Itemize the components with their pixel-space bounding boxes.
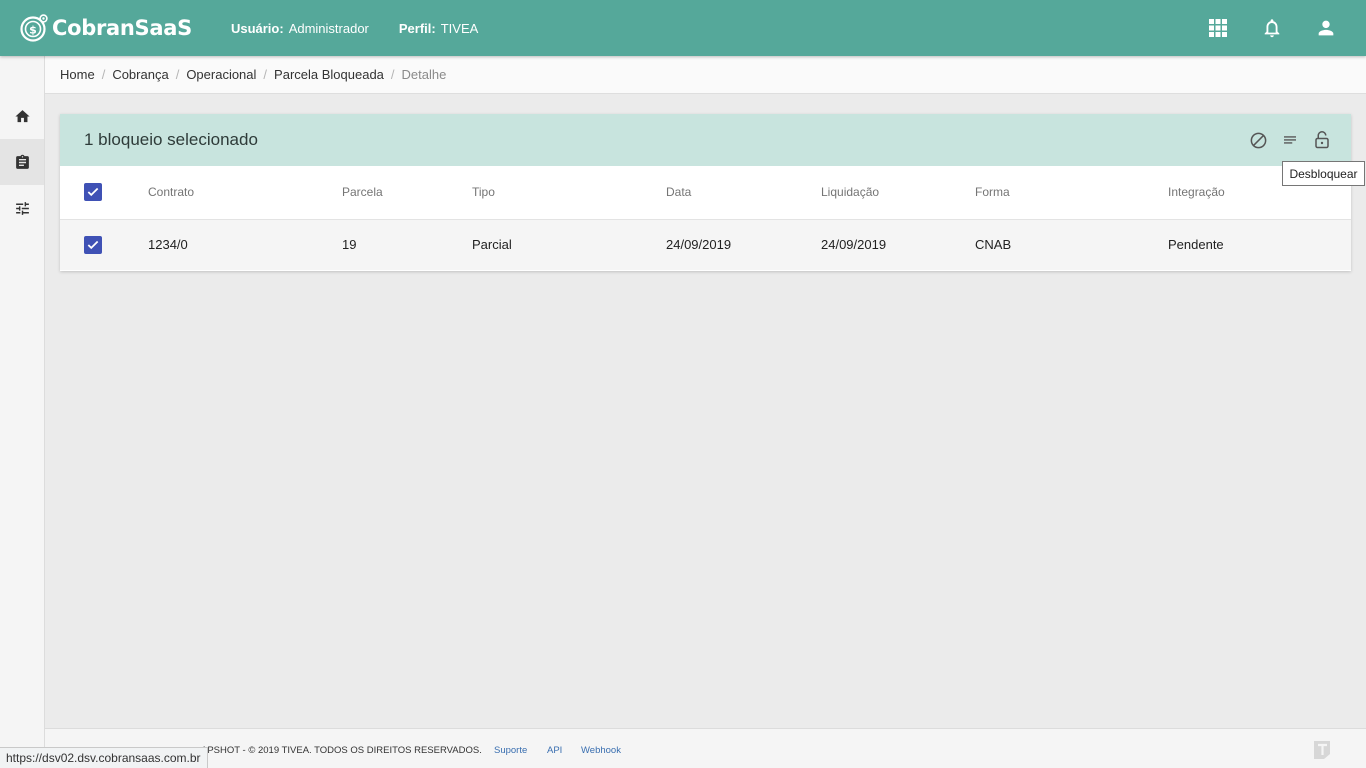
breadcrumb-separator: / [101, 67, 106, 82]
footer-link-webhook[interactable]: Webhook [581, 745, 621, 756]
sidebar [0, 56, 45, 768]
profile-label: Perfil: [398, 20, 436, 36]
breadcrumb-separator: / [263, 67, 268, 82]
apps-grid-icon[interactable] [1206, 16, 1230, 40]
svg-text:$: $ [29, 24, 37, 37]
unlock-icon[interactable] [1311, 129, 1333, 151]
blocked-installments-card: 1 bloqueio selecionado Contrato Parcela … [60, 114, 1351, 271]
column-header-tipo[interactable]: Tipo [472, 166, 666, 220]
footer-link-api[interactable]: API [547, 745, 562, 756]
footer-link-suporte[interactable]: Suporte [494, 745, 527, 756]
selection-title: 1 bloqueio selecionado [84, 130, 258, 149]
cell-contrato: 1234/0 [148, 219, 342, 270]
cell-parcela: 19 [342, 219, 472, 270]
table-row[interactable]: 1234/0 19 Parcial 24/09/2019 24/09/2019 … [60, 219, 1351, 270]
cell-liquidacao: 24/09/2019 [821, 219, 975, 270]
sliders-icon [15, 201, 29, 215]
column-header-contrato[interactable]: Contrato [148, 166, 342, 220]
select-all-checkbox[interactable] [84, 183, 102, 202]
copyright-text: APSHOT - © 2019 TIVEA. TODOS OS DIREITOS… [201, 745, 482, 756]
breadcrumb-operacional[interactable]: Operacional [186, 67, 256, 82]
unlock-tooltip: Desbloquear [1282, 161, 1365, 186]
home-icon [14, 109, 30, 122]
logo-coin-icon: $ [19, 13, 49, 43]
breadcrumb-detalhe: Detalhe [401, 67, 447, 82]
column-header-forma[interactable]: Forma [975, 166, 1168, 220]
sidebar-item-cobranca[interactable] [0, 139, 44, 185]
account-icon[interactable] [1314, 16, 1338, 40]
column-header-data[interactable]: Data [666, 166, 821, 220]
block-icon[interactable] [1247, 129, 1269, 151]
cell-tipo: Parcial [472, 219, 666, 270]
breadcrumb: Home / Cobrança / Operacional / Parcela … [45, 56, 1366, 94]
breadcrumb-parcela-bloqueada[interactable]: Parcela Bloqueada [274, 67, 384, 82]
top-app-bar: $ CobranSaaS Usuário: Administrador Perf… [0, 0, 1366, 56]
row-checkbox[interactable] [84, 235, 102, 254]
browser-status-url: https://dsv02.dsv.cobransaas.com.br [0, 747, 208, 768]
profile-info: Perfil: TIVEA [399, 21, 478, 36]
user-label: Usuário: [230, 20, 284, 36]
sidebar-item-settings[interactable] [0, 185, 44, 231]
tivea-logo-icon [1312, 739, 1332, 761]
breadcrumb-separator: / [390, 67, 395, 82]
breadcrumb-separator: / [175, 67, 180, 82]
breadcrumb-home[interactable]: Home [60, 67, 95, 82]
clipboard-icon [15, 154, 29, 169]
sidebar-item-home[interactable] [0, 93, 44, 139]
column-header-parcela[interactable]: Parcela [342, 166, 472, 220]
bell-icon[interactable] [1260, 16, 1284, 40]
cell-forma: CNAB [975, 219, 1168, 270]
cell-integracao: Pendente [1168, 219, 1351, 270]
check-icon [87, 240, 99, 249]
cell-data: 24/09/2019 [666, 219, 821, 270]
logo-text: CobranSaaS [52, 16, 192, 40]
breadcrumb-cobranca[interactable]: Cobrança [112, 67, 168, 82]
footer: APSHOT - © 2019 TIVEA. TODOS OS DIREITOS… [45, 728, 1366, 768]
user-value: Administrador [288, 20, 369, 36]
table-header-row: Contrato Parcela Tipo Data Liquidação Fo… [60, 166, 1351, 220]
selection-toolbar: 1 bloqueio selecionado [60, 114, 1351, 166]
notes-icon[interactable] [1279, 129, 1301, 151]
app-logo[interactable]: $ CobranSaaS [19, 13, 192, 43]
installments-table: Contrato Parcela Tipo Data Liquidação Fo… [60, 166, 1351, 270]
column-header-liquidacao[interactable]: Liquidação [821, 166, 975, 220]
profile-value: TIVEA [440, 20, 479, 36]
check-icon [87, 188, 99, 197]
user-info: Usuário: Administrador [231, 21, 369, 36]
